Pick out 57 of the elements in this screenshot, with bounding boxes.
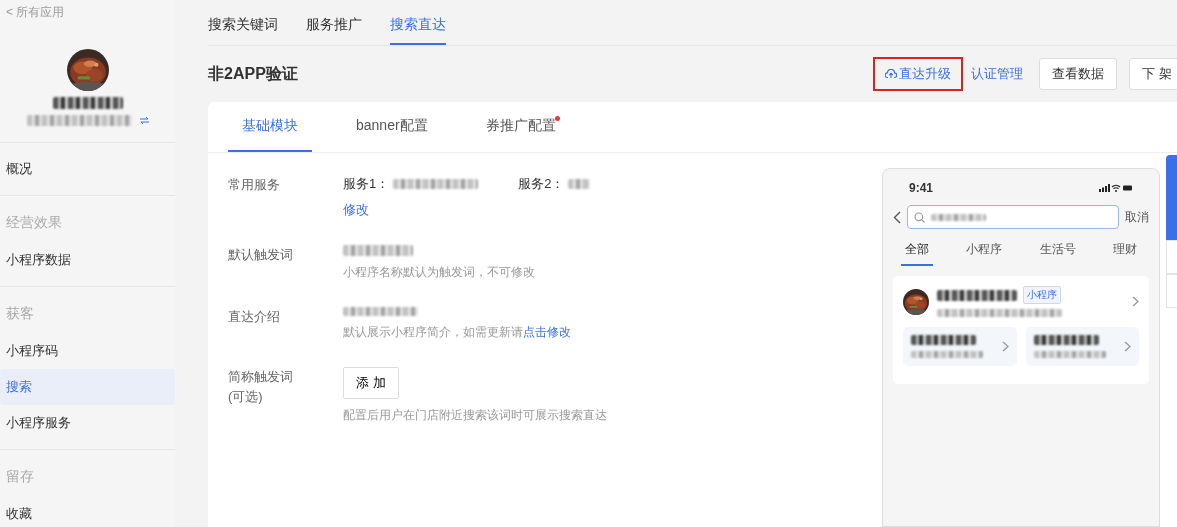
- top-tab[interactable]: 搜索直达: [390, 0, 446, 45]
- add-button[interactable]: 添 加: [343, 367, 399, 399]
- sidebar-item[interactable]: 小程序数据: [0, 242, 175, 278]
- upgrade-link[interactable]: 直达升级: [875, 59, 962, 89]
- edit-link[interactable]: 点击修改: [523, 325, 571, 339]
- sidebar-item[interactable]: 小程序码: [0, 333, 175, 369]
- back-icon[interactable]: [893, 210, 901, 224]
- service-label: 服务1：: [343, 175, 390, 193]
- blurred-text: [911, 335, 976, 345]
- field-label: 默认触发词: [228, 246, 294, 264]
- top-tab[interactable]: 服务推广: [306, 0, 362, 45]
- sidebar-item[interactable]: 搜索: [0, 369, 175, 405]
- chevron-right-icon: [1132, 296, 1139, 307]
- phone-tab[interactable]: 全部: [901, 239, 933, 266]
- chevron-right-icon: [1124, 341, 1131, 352]
- blurred-text: [343, 245, 413, 256]
- blurred-text: [1033, 335, 1099, 345]
- sidebar-item[interactable]: 小程序服务: [0, 405, 175, 441]
- service-card[interactable]: [903, 327, 1017, 366]
- hint-text: 默认展示小程序简介，如需更新请点击修改: [343, 324, 571, 341]
- phone-tab[interactable]: 生活号: [1035, 239, 1080, 266]
- type-tag: 小程序: [1023, 286, 1061, 304]
- service-label: 服务2：: [518, 175, 565, 193]
- swap-icon[interactable]: [139, 117, 149, 124]
- auth-link[interactable]: 认证管理: [967, 59, 1028, 89]
- card-tab[interactable]: banner配置: [342, 102, 442, 152]
- cancel-link[interactable]: 取消: [1125, 208, 1149, 226]
- cloud-upload-icon: [885, 69, 898, 79]
- blurred-text: [52, 97, 123, 109]
- card-tab[interactable]: 券推广配置: [471, 102, 570, 152]
- action-button[interactable]: 下 架: [1129, 58, 1177, 90]
- search-field[interactable]: [907, 205, 1119, 229]
- status-icons: [1099, 184, 1133, 192]
- blurred-text: [568, 179, 591, 189]
- field-label: 直达介绍: [228, 308, 281, 326]
- phone-tab[interactable]: 理财: [1109, 239, 1141, 266]
- blurred-text: [931, 213, 986, 221]
- sidebar-heading: 留存: [5, 467, 35, 486]
- phone-tab[interactable]: 小程序: [962, 239, 1007, 266]
- sidebar-item[interactable]: 概况: [0, 151, 175, 187]
- field-label: 简称触发词 (可选): [228, 368, 294, 406]
- blurred-text: [911, 351, 983, 358]
- status-time: 9:41: [909, 181, 934, 195]
- card-tab[interactable]: 基础模块: [228, 102, 312, 152]
- top-tab[interactable]: 搜索关键词: [208, 0, 278, 45]
- search-icon: [914, 211, 925, 223]
- action-button[interactable]: 查看数据: [1039, 58, 1118, 90]
- sidebar-item[interactable]: 收藏: [0, 496, 175, 527]
- hint-text: 小程序名称默认为触发词，不可修改: [343, 264, 535, 281]
- hint-text: 配置后用户在门店附近搜索该词时可展示搜索直达: [343, 407, 607, 424]
- service-card[interactable]: [1025, 327, 1139, 366]
- chevron-right-icon: [1001, 341, 1009, 352]
- sidebar-heading: 获客: [5, 304, 35, 323]
- field-label: 常用服务: [228, 176, 281, 194]
- page-title: 非2APP验证: [208, 63, 299, 84]
- sidebar-heading: 经营效果: [5, 213, 63, 232]
- edit-link[interactable]: 修改: [343, 201, 591, 219]
